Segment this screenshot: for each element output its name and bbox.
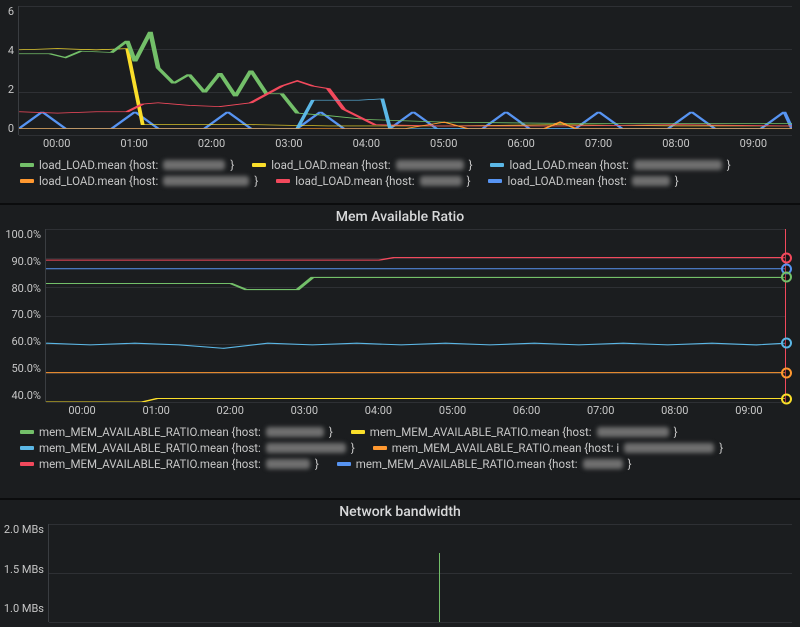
legend-swatch: [373, 446, 387, 450]
legend-swatch: [490, 163, 504, 167]
legend-label: load_LOAD.mean {host:: [509, 158, 628, 172]
mem-legend: mem_MEM_AVAILABLE_RATIO.mean {host: }mem…: [0, 421, 800, 477]
load-legend: load_LOAD.mean {host: }load_LOAD.mean {h…: [0, 154, 800, 194]
legend-item[interactable]: mem_MEM_AVAILABLE_RATIO.mean {host: }: [20, 441, 355, 455]
legend-swatch: [20, 462, 34, 466]
mem-marker-green: [781, 272, 792, 283]
legend-host-redacted: [632, 176, 670, 186]
legend-item[interactable]: mem_MEM_AVAILABLE_RATIO.mean {host: i}: [373, 441, 723, 455]
legend-swatch: [20, 163, 34, 167]
mem-title: Mem Available Ratio: [0, 205, 800, 227]
legend-host-redacted: [597, 427, 669, 437]
legend-swatch: [276, 179, 290, 183]
legend-host-redacted: [163, 176, 249, 186]
legend-label: mem_MEM_AVAILABLE_RATIO.mean {host:: [370, 425, 592, 439]
legend-label: mem_MEM_AVAILABLE_RATIO.mean {host:: [356, 457, 578, 471]
legend-item[interactable]: mem_MEM_AVAILABLE_RATIO.mean {host: }: [351, 425, 678, 439]
net-panel: Network bandwidth 2.0 MBs 1.5 MBs 1.0 MB…: [0, 500, 800, 627]
legend-label: mem_MEM_AVAILABLE_RATIO.mean {host:: [39, 441, 261, 455]
legend-item[interactable]: mem_MEM_AVAILABLE_RATIO.mean {host: }: [20, 425, 333, 439]
legend-label: mem_MEM_AVAILABLE_RATIO.mean {host:: [39, 425, 261, 439]
legend-swatch: [20, 430, 34, 434]
legend-swatch: [252, 163, 266, 167]
legend-label: load_LOAD.mean {host:: [295, 174, 414, 188]
legend-item[interactable]: load_LOAD.mean {host: }: [20, 158, 234, 172]
legend-label: load_LOAD.mean {host:: [271, 158, 390, 172]
legend-label: mem_MEM_AVAILABLE_RATIO.mean {host: i: [392, 441, 619, 455]
legend-item[interactable]: load_LOAD.mean {host: }: [276, 174, 470, 188]
legend-host-redacted: [396, 160, 464, 170]
mem-lines: [46, 229, 786, 402]
legend-item[interactable]: mem_MEM_AVAILABLE_RATIO.mean {host: }: [337, 457, 632, 471]
legend-item[interactable]: load_LOAD.mean {host: }: [20, 174, 258, 188]
mem-x-axis: 00:00 01:00 02:00 03:00 04:00 05:00 06:0…: [45, 402, 800, 421]
mem-marker-orange: [781, 367, 792, 378]
legend-swatch: [488, 179, 502, 183]
legend-host-redacted: [624, 443, 714, 453]
legend-label: load_LOAD.mean {host:: [39, 158, 158, 172]
mem-marker-yellow: [781, 393, 792, 404]
legend-host-redacted: [266, 427, 324, 437]
legend-swatch: [337, 462, 351, 466]
load-lines: [19, 6, 792, 135]
legend-item[interactable]: mem_MEM_AVAILABLE_RATIO.mean {host: }: [20, 457, 319, 471]
legend-host-redacted: [634, 160, 722, 170]
net-plot[interactable]: [48, 524, 792, 622]
mem-y-axis: 100.0% 90.0% 80.0% 70.0% 60.0% 50.0% 40.…: [0, 229, 45, 401]
load-y-axis: 6 4 2 0: [0, 6, 18, 134]
legend-item[interactable]: load_LOAD.mean {host: }: [252, 158, 472, 172]
legend-label: load_LOAD.mean {host:: [39, 174, 158, 188]
legend-host-redacted: [163, 160, 225, 170]
legend-label: mem_MEM_AVAILABLE_RATIO.mean {host:: [39, 457, 261, 471]
legend-item[interactable]: load_LOAD.mean {host: }: [488, 174, 678, 188]
legend-host-redacted: [420, 176, 462, 186]
mem-panel: Mem Available Ratio 100.0% 90.0% 80.0% 7…: [0, 205, 800, 500]
mem-marker-red: [781, 252, 792, 263]
load-panel: 6 4 2 0: [0, 0, 800, 205]
legend-swatch: [20, 179, 34, 183]
net-spike: [439, 553, 440, 622]
net-y-axis: 2.0 MBs 1.5 MBs 1.0 MBs: [0, 524, 48, 614]
mem-marker-cyan: [781, 338, 792, 349]
legend-item[interactable]: load_LOAD.mean {host: }: [490, 158, 730, 172]
mem-plot[interactable]: [45, 229, 786, 402]
net-title: Network bandwidth: [0, 500, 800, 522]
legend-swatch: [20, 446, 34, 450]
legend-swatch: [351, 430, 365, 434]
load-plot[interactable]: [18, 6, 792, 135]
legend-host-redacted: [583, 459, 623, 469]
legend-host-redacted: [266, 443, 346, 453]
legend-label: load_LOAD.mean {host:: [507, 174, 626, 188]
load-x-axis: 00:00 01:00 02:00 03:00 04:00 05:00 06:0…: [18, 135, 800, 154]
legend-host-redacted: [266, 459, 310, 469]
